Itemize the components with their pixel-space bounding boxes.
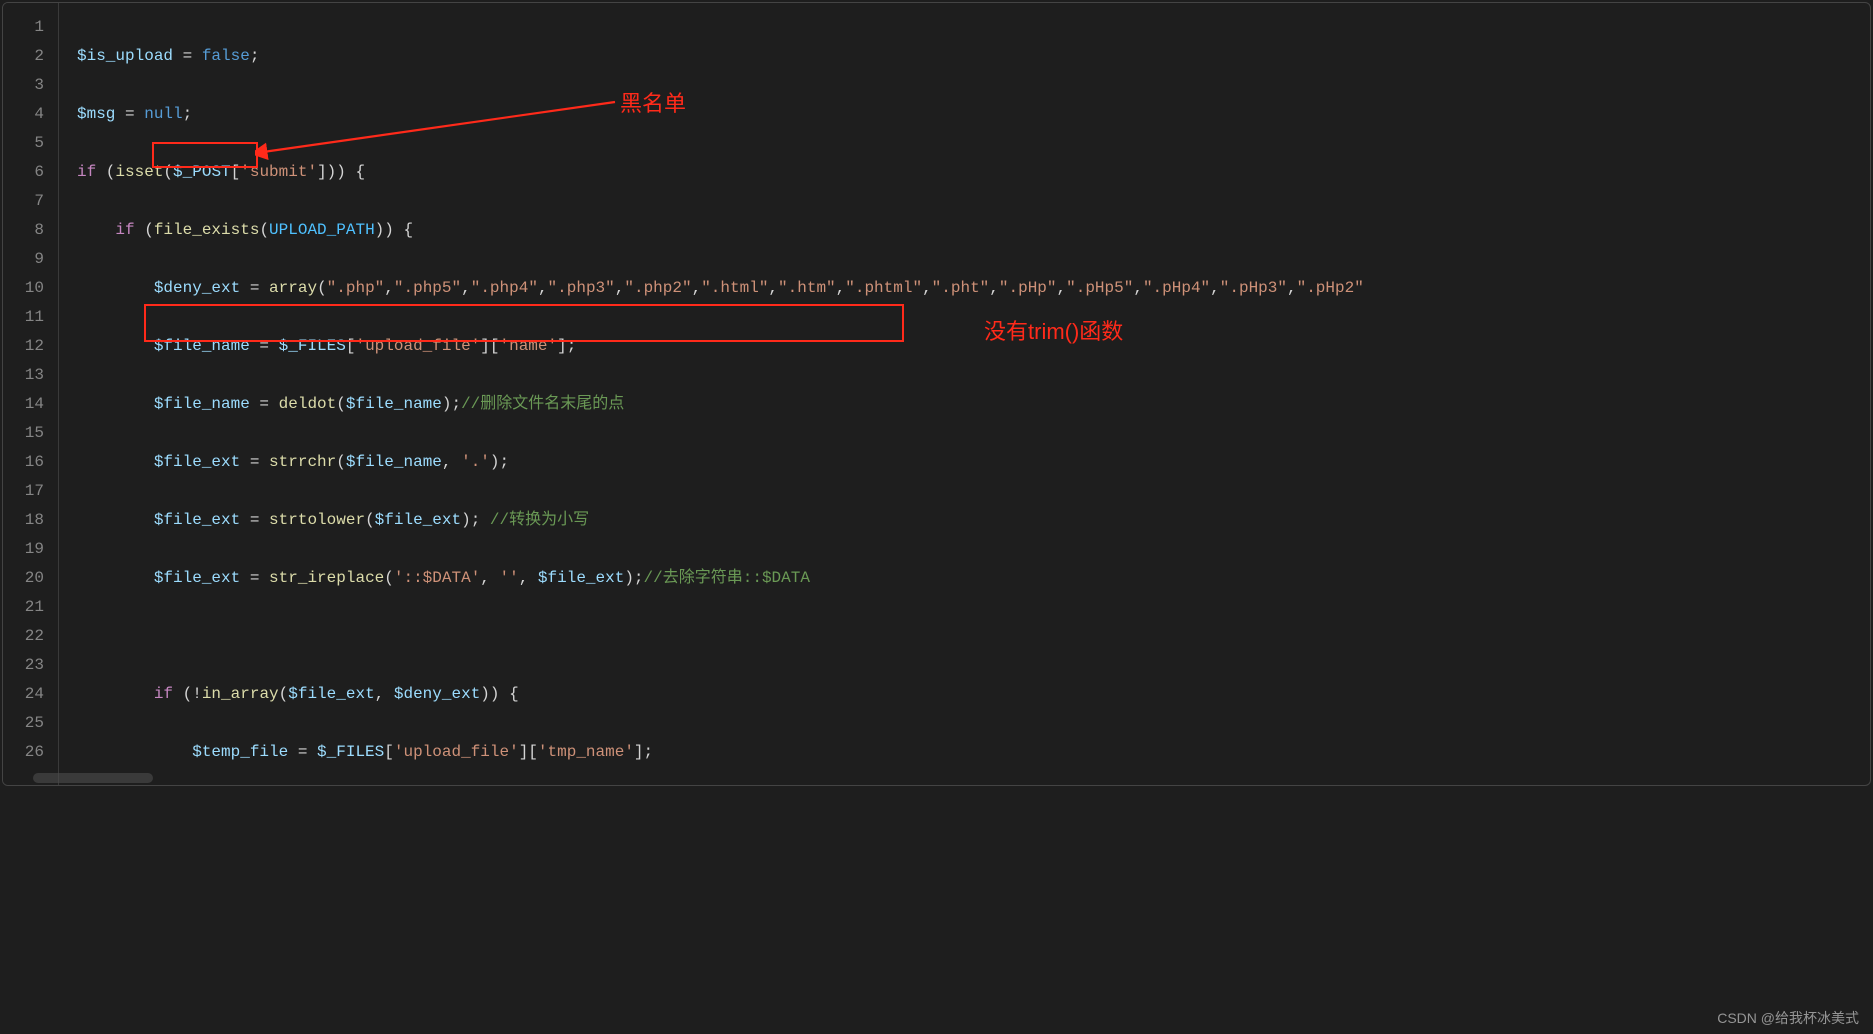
code-line: $msg = null; xyxy=(77,100,1870,129)
code-line: $file_name = $_FILES['upload_file']['nam… xyxy=(77,332,1870,361)
code-line: $file_ext = strtolower($file_ext); //转换为… xyxy=(77,506,1870,535)
watermark: CSDN @给我杯冰美式 xyxy=(1717,1008,1859,1028)
code-line: $temp_file = $_FILES['upload_file']['tmp… xyxy=(77,738,1870,767)
code-line: $file_ext = strrchr($file_name, '.'); xyxy=(77,448,1870,477)
code-line: $deny_ext = array(".php",".php5",".php4"… xyxy=(77,274,1870,303)
code-editor[interactable]: 1 2 3 4 5 6 7 8 9 10 11 12 13 14 15 16 1… xyxy=(2,2,1871,786)
line-number-gutter: 1 2 3 4 5 6 7 8 9 10 11 12 13 14 15 16 1… xyxy=(3,3,59,785)
code-line xyxy=(77,622,1870,651)
horizontal-scrollbar[interactable] xyxy=(33,773,153,783)
code-line: if (file_exists(UPLOAD_PATH)) { xyxy=(77,216,1870,245)
code-line: if (isset($_POST['submit'])) { xyxy=(77,158,1870,187)
code-line: if (!in_array($file_ext, $deny_ext)) { xyxy=(77,680,1870,709)
code-line: $file_ext = str_ireplace('::$DATA', '', … xyxy=(77,564,1870,593)
code-area[interactable]: $is_upload = false; $msg = null; if (iss… xyxy=(59,3,1870,785)
code-line: $file_name = deldot($file_name);//删除文件名末… xyxy=(77,390,1870,419)
code-line: $is_upload = false; xyxy=(77,42,1870,71)
